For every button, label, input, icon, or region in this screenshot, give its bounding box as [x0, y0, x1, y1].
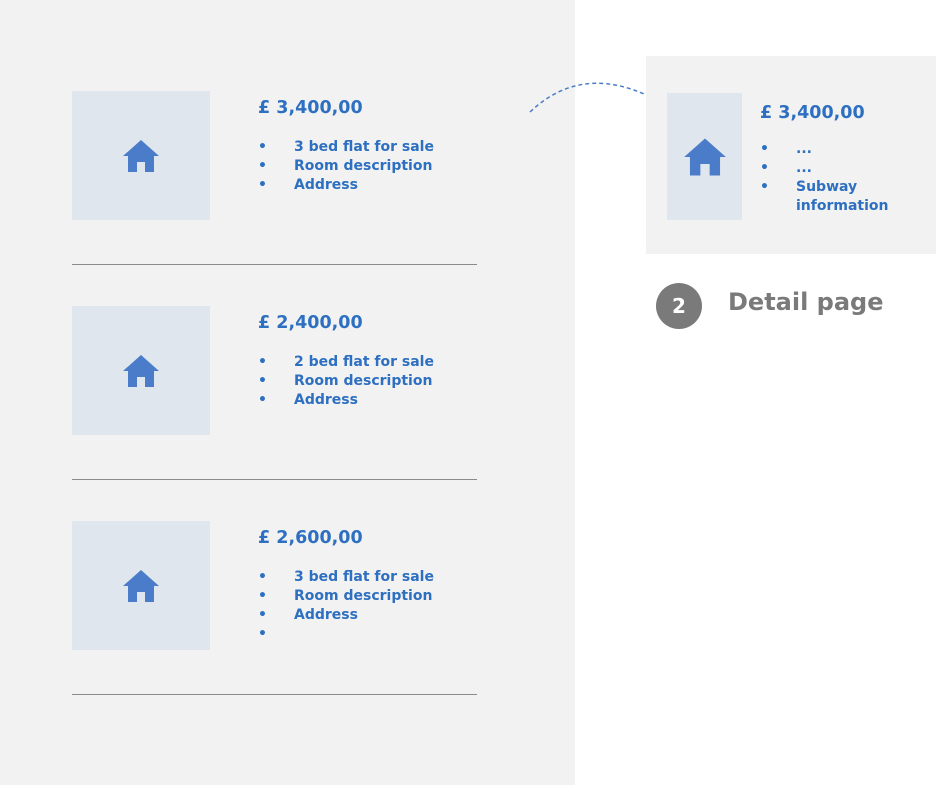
step-number-badge: 2	[656, 283, 702, 329]
list-item: •...	[760, 159, 906, 178]
bullet: •	[258, 139, 267, 155]
listing-item[interactable]: £ 2,400,00 • 2 bed flat for sale • Room de…	[72, 306, 477, 481]
list-item: •...	[760, 140, 906, 159]
bullet: •	[760, 141, 769, 157]
bullet: •	[258, 392, 267, 408]
listing-detail-text: 3 bed flat for sale	[294, 569, 434, 585]
list-item: • Subway information	[760, 178, 906, 216]
bullet: •	[258, 626, 267, 642]
bullet: •	[258, 373, 267, 389]
listing-thumbnail[interactable]	[72, 91, 210, 220]
listing-detail-text: Address	[294, 177, 358, 193]
listing-price: £ 2,400,00	[258, 313, 363, 333]
listing-detail-text: Room description	[294, 588, 433, 604]
list-item: • Room description	[258, 372, 434, 391]
step-label: Detail page	[728, 288, 884, 316]
list-item: •	[258, 625, 434, 644]
listing-price: £ 2,600,00	[258, 528, 363, 548]
list-item: • Room description	[258, 587, 434, 606]
list-item: • 3 bed flat for sale	[258, 138, 434, 157]
bullet: •	[258, 354, 267, 370]
listing-panel: £ 3,400,00 • 3 bed flat for sale • Room de…	[0, 0, 575, 785]
listing-detail-text: Address	[294, 392, 358, 408]
house-icon	[123, 354, 159, 387]
listing-thumbnail[interactable]	[72, 306, 210, 435]
detail-info-text: Subway information	[796, 179, 889, 214]
list-item: • 3 bed flat for sale	[258, 568, 434, 587]
bullet: •	[258, 177, 267, 193]
listing-price: £ 3,400,00	[258, 98, 363, 118]
list-item: • Address	[258, 606, 434, 625]
listing-details: • 2 bed flat for sale • Room description •…	[258, 353, 434, 410]
divider	[72, 479, 477, 480]
listing-details: • 3 bed flat for sale • Room description •…	[258, 138, 434, 195]
detail-info-list: •... •... • Subway information	[760, 140, 906, 216]
bullet: •	[258, 588, 267, 604]
listing-details: • 3 bed flat for sale • Room description •…	[258, 568, 434, 644]
listing-thumbnail[interactable]	[72, 521, 210, 650]
detail-thumbnail	[667, 93, 742, 220]
bullet: •	[258, 158, 267, 174]
list-item: • Address	[258, 176, 434, 195]
divider	[72, 694, 477, 695]
listing-item[interactable]: £ 2,600,00 • 3 bed flat for sale • Room de…	[72, 521, 477, 696]
detail-info-text: ...	[796, 160, 812, 176]
detail-info-text: ...	[796, 141, 812, 157]
house-icon	[683, 137, 726, 176]
bullet: •	[258, 607, 267, 623]
list-item: • Room description	[258, 157, 434, 176]
house-icon	[123, 139, 159, 172]
detail-price: £ 3,400,00	[760, 103, 865, 123]
bullet: •	[760, 179, 769, 195]
listing-detail-text: Address	[294, 607, 358, 623]
house-icon	[123, 569, 159, 602]
list-item: • 2 bed flat for sale	[258, 353, 434, 372]
list-item: • Address	[258, 391, 434, 410]
listing-detail-text: Room description	[294, 373, 433, 389]
detail-card[interactable]: £ 3,400,00 •... •... • Subway information	[646, 56, 936, 254]
listing-detail-text: Room description	[294, 158, 433, 174]
bullet: •	[760, 160, 769, 176]
bullet: •	[258, 569, 267, 585]
listing-detail-text: 2 bed flat for sale	[294, 354, 434, 370]
listing-detail-text: 3 bed flat for sale	[294, 139, 434, 155]
listing-item[interactable]: £ 3,400,00 • 3 bed flat for sale • Room de…	[72, 91, 477, 266]
divider	[72, 264, 477, 265]
